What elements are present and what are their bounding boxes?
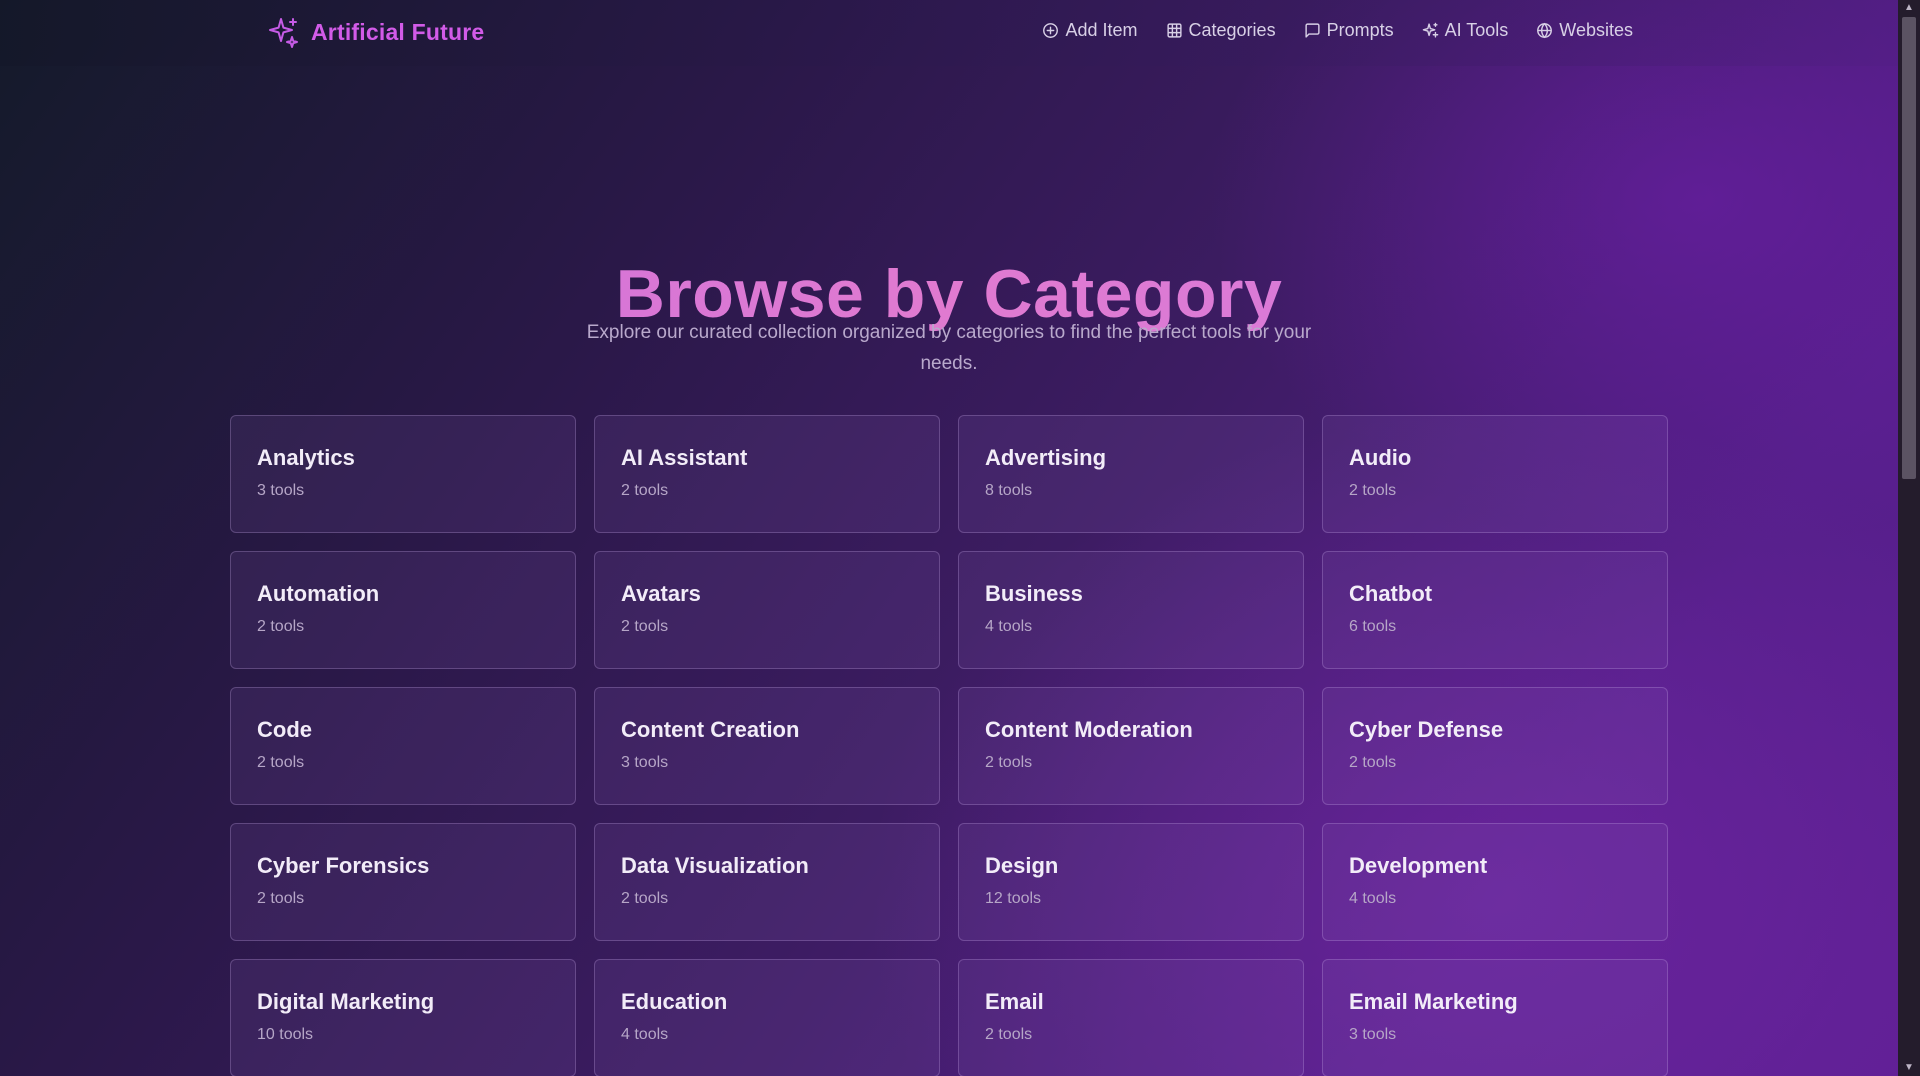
category-name: Avatars <box>621 581 701 606</box>
category-tool-count: 3 tools <box>621 754 669 771</box>
category-name: Data Visualization <box>621 853 809 878</box>
category-card[interactable]: Code 2 tools <box>230 687 576 805</box>
category-card[interactable]: Content Moderation 2 tools <box>958 687 1304 805</box>
nav-websites-label: Websites <box>1559 20 1633 40</box>
scroll-up-arrow-icon[interactable]: ▲ <box>1898 0 1920 16</box>
category-tool-count: 2 tools <box>621 482 669 499</box>
category-tool-count: 12 tools <box>985 890 1042 907</box>
category-tool-count: 2 tools <box>1349 482 1397 499</box>
globe-icon <box>1537 22 1553 39</box>
vertical-scrollbar[interactable]: ▲ ▼ <box>1898 0 1920 1076</box>
category-name: Chatbot <box>1349 581 1433 606</box>
sparkles-icon <box>269 18 298 48</box>
category-card[interactable]: Business 4 tools <box>958 551 1304 669</box>
category-tool-count: 2 tools <box>985 754 1033 771</box>
category-card[interactable]: Education 4 tools <box>594 959 940 1076</box>
brand-logo-link[interactable]: Artificial Future <box>267 14 484 50</box>
nav-categories-label: Categories <box>1188 20 1276 40</box>
category-card[interactable]: Development 4 tools <box>1322 823 1668 941</box>
category-tool-count: 2 tools <box>621 618 669 635</box>
nav-prompts-label: Prompts <box>1326 20 1394 40</box>
category-card[interactable]: Digital Marketing 10 tools <box>230 959 576 1076</box>
scrollbar-thumb[interactable] <box>1902 17 1916 479</box>
category-name: Cyber Forensics <box>257 853 430 878</box>
category-name: Content Creation <box>621 717 800 742</box>
nav-categories[interactable]: Categories <box>1166 20 1276 41</box>
category-name: Design <box>985 853 1059 878</box>
category-name: Automation <box>257 581 380 606</box>
nav-ai-tools-label: AI Tools <box>1444 20 1509 40</box>
category-tool-count: 10 tools <box>257 1026 314 1043</box>
category-tool-count: 4 tools <box>621 1026 669 1043</box>
category-name: Email <box>985 989 1044 1014</box>
category-card[interactable]: Cyber Forensics 2 tools <box>230 823 576 941</box>
category-tool-count: 2 tools <box>257 618 305 635</box>
navbar: Artificial Future Add Item Categories Pr… <box>0 0 1898 66</box>
page: Artificial Future Add Item Categories Pr… <box>0 0 1920 1076</box>
main-nav: Add Item Categories Prompts AI Tools Web… <box>1042 20 1633 41</box>
category-tool-count: 2 tools <box>257 754 305 771</box>
category-card[interactable]: Avatars 2 tools <box>594 551 940 669</box>
category-card[interactable]: Content Creation 3 tools <box>594 687 940 805</box>
category-name: Audio <box>1349 445 1412 470</box>
sparkles-icon <box>1422 22 1438 38</box>
nav-add-item-label: Add Item <box>1065 20 1138 40</box>
category-name: Email Marketing <box>1349 989 1518 1014</box>
category-name: Business <box>985 581 1083 606</box>
page-subtitle: Explore our curated collection organized… <box>586 322 1312 374</box>
nav-prompts[interactable]: Prompts <box>1304 20 1394 41</box>
category-name: Digital Marketing <box>257 989 435 1014</box>
category-name: Education <box>621 989 728 1014</box>
category-card[interactable]: Design 12 tools <box>958 823 1304 941</box>
category-tool-count: 2 tools <box>985 1026 1033 1043</box>
category-tool-count: 8 tools <box>985 482 1033 499</box>
category-card[interactable]: Automation 2 tools <box>230 551 576 669</box>
category-grid: Analytics 3 tools AI Assistant 2 tools Adv… <box>230 415 1670 1076</box>
nav-ai-tools[interactable]: AI Tools <box>1422 20 1509 41</box>
category-card[interactable]: AI Assistant 2 tools <box>594 415 940 533</box>
category-tool-count: 2 tools <box>257 890 305 907</box>
category-tool-count: 3 tools <box>1349 1026 1397 1043</box>
category-name: AI Assistant <box>621 445 748 470</box>
category-card[interactable]: Data Visualization 2 tools <box>594 823 940 941</box>
nav-add-item[interactable]: Add Item <box>1042 20 1138 41</box>
category-tool-count: 2 tools <box>621 890 669 907</box>
category-tool-count: 2 tools <box>1349 754 1397 771</box>
category-tool-count: 6 tools <box>1349 618 1397 635</box>
category-name: Cyber Defense <box>1349 717 1504 742</box>
category-card[interactable]: Chatbot 6 tools <box>1322 551 1668 669</box>
category-card[interactable]: Email Marketing 3 tools <box>1322 959 1668 1076</box>
category-name: Analytics <box>257 445 355 470</box>
category-name: Code <box>257 717 312 742</box>
category-card[interactable]: Email 2 tools <box>958 959 1304 1076</box>
category-card[interactable]: Advertising 8 tools <box>958 415 1304 533</box>
grid-icon <box>1166 23 1182 38</box>
category-card[interactable]: Cyber Defense 2 tools <box>1322 687 1668 805</box>
scroll-down-arrow-icon[interactable]: ▼ <box>1898 1060 1920 1076</box>
brand-name: Artificial Future <box>311 18 485 45</box>
category-name: Advertising <box>985 445 1107 470</box>
plus-circle-icon <box>1043 23 1059 38</box>
category-name: Development <box>1349 853 1488 878</box>
category-tool-count: 4 tools <box>985 618 1033 635</box>
category-card[interactable]: Analytics 3 tools <box>230 415 576 533</box>
nav-websites[interactable]: Websites <box>1536 20 1633 41</box>
category-card[interactable]: Audio 2 tools <box>1322 415 1668 533</box>
category-name: Content Moderation <box>985 717 1193 742</box>
message-square-icon <box>1304 23 1320 38</box>
category-tool-count: 4 tools <box>1349 890 1397 907</box>
category-tool-count: 3 tools <box>257 482 305 499</box>
